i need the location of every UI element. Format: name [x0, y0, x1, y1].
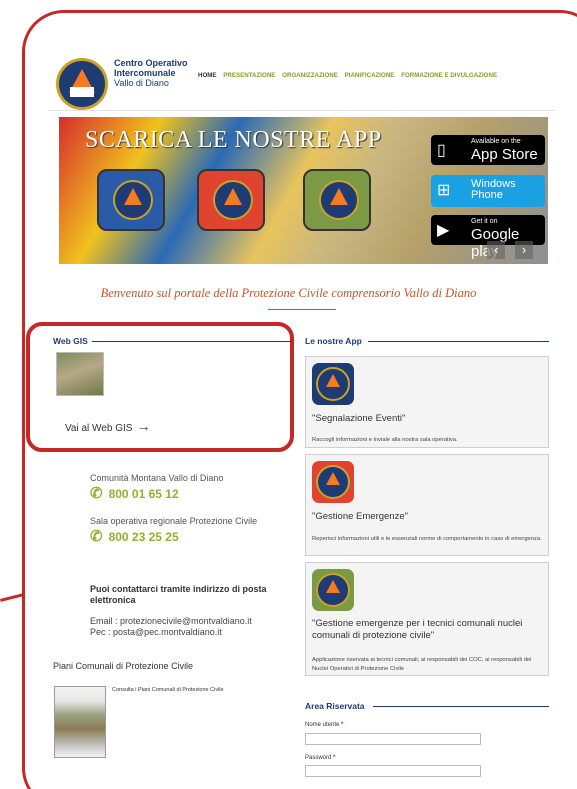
piani-thumbnail[interactable]	[54, 686, 106, 758]
app-banner-slider[interactable]: SCARICA LE NOSTRE APP ▯ Available on the…	[59, 117, 548, 264]
brand-line2: Intercomunale	[114, 68, 176, 78]
nav-presentazione[interactable]: PRESENTAZIONE	[223, 72, 275, 79]
header-divider	[48, 110, 556, 111]
phone-number-1[interactable]: ✆ 800 01 65 12	[90, 484, 179, 502]
app-desc: Raccogli informazioni e inviale alla nos…	[312, 437, 458, 443]
annotation-arrow	[0, 593, 25, 602]
email-info: Email : protezionecivile@montvaldiano.it…	[90, 616, 252, 638]
app-name: "Gestione Emergenze"	[312, 511, 408, 522]
webgis-thumbnail[interactable]	[56, 352, 104, 396]
contact-org1: Comunità Montana Vallo di Diano	[90, 473, 224, 483]
arrow-right-icon: →	[136, 418, 151, 434]
app-icon-tecnici-comunali	[312, 569, 354, 611]
welcome-divider	[268, 309, 336, 310]
app-card-tecnici-comunali[interactable]: "Gestione emergenze per i tecnici comuna…	[305, 562, 549, 676]
brand-line1: Centro Operativo	[114, 58, 188, 68]
brand-line3: Vallo di Diano	[114, 78, 169, 88]
nav-pianificazione[interactable]: PIANIFICAZIONE	[345, 72, 395, 79]
piani-title: Piani Comunali di Protezione Civile	[53, 661, 194, 671]
nav-home[interactable]: HOME	[198, 72, 217, 79]
app-desc: Applicazione riservata ai tecnici comuna…	[312, 657, 532, 672]
email-address[interactable]: Email : protezionecivile@montvaldiano.it	[90, 616, 252, 627]
app-name: "Segnalazione Eventi"	[312, 413, 406, 424]
apps-title: Le nostre App	[305, 336, 362, 346]
app-name: "Gestione emergenze per i tecnici comuna…	[312, 618, 523, 641]
app-icon-gestione-emergenze	[312, 461, 354, 503]
slider-prev-button[interactable]: ‹	[487, 241, 505, 259]
piani-link[interactable]: Consulta i Piani Comunali di Protezione …	[112, 687, 224, 693]
pec-address[interactable]: Pec : posta@pec.montvaldiano.it	[90, 627, 252, 638]
password-input[interactable]	[305, 765, 481, 777]
webgis-link[interactable]: Vai al Web GIS →	[65, 418, 150, 434]
apps-title-line	[368, 341, 549, 342]
app-store-badge[interactable]: ▯ Available on the App Store	[431, 135, 545, 165]
password-label: Password *	[305, 755, 336, 761]
brand-title[interactable]: Centro Operativo Intercomunale Vallo di …	[114, 58, 188, 88]
app-icon-segnalazione	[312, 363, 354, 405]
app-desc: Reperisci informazioni utili e le essenz…	[312, 536, 542, 542]
webgis-title-line	[92, 341, 292, 342]
banner-title: SCARICA LE NOSTRE APP	[85, 127, 382, 153]
slider-next-button[interactable]: ›	[515, 241, 533, 259]
app-card-gestione-emergenze[interactable]: "Gestione Emergenze" Reperisci informazi…	[305, 454, 549, 556]
phone-icon: ✆	[90, 528, 103, 545]
banner-app-icon-3	[303, 169, 371, 231]
windows-icon: ⊞	[437, 182, 451, 199]
logo[interactable]	[56, 58, 108, 110]
google-play-icon: ▶	[437, 222, 450, 239]
login-title-line	[373, 706, 549, 707]
app-card-segnalazione[interactable]: "Segnalazione Eventi" Raccogli informazi…	[305, 356, 549, 448]
nav-organizzazione[interactable]: ORGANIZZAZIONE	[282, 72, 338, 79]
main-nav: HOME PRESENTAZIONE ORGANIZZAZIONE PIANIF…	[198, 72, 502, 79]
username-label: Nome utente *	[305, 722, 344, 728]
email-heading: Puoi contattarci tramite indirizzo di po…	[90, 584, 267, 605]
windows-phone-badge[interactable]: ⊞ Windows Phone	[431, 175, 545, 207]
banner-app-icon-2	[197, 169, 265, 231]
login-title: Area Riservata	[305, 701, 365, 711]
apple-icon: ▯	[437, 142, 446, 159]
banner-app-icon-1	[97, 169, 165, 231]
phone-icon: ✆	[90, 485, 103, 502]
welcome-heading: Benvenuto sul portale della Protezione C…	[100, 286, 477, 300]
contact-org2: Sala operativa regionale Protezione Civi…	[90, 516, 258, 526]
phone-number-2[interactable]: ✆ 800 23 25 25	[90, 527, 179, 545]
nav-formazione[interactable]: FORMAZIONE E DIVULGAZIONE	[401, 72, 497, 79]
username-input[interactable]	[305, 733, 481, 745]
webgis-title: Web GIS	[53, 336, 88, 346]
